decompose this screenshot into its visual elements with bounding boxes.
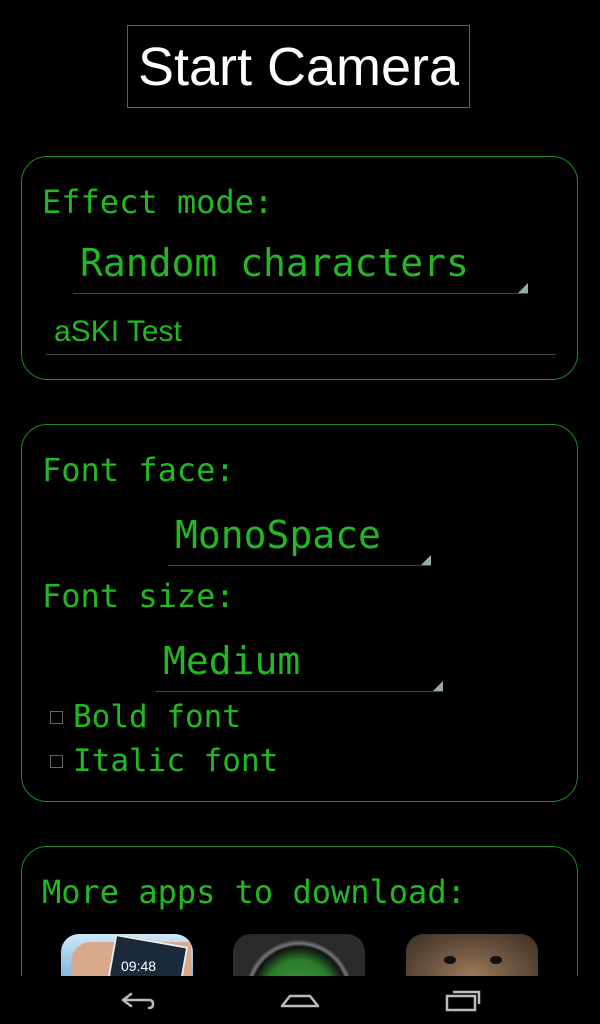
font-size-spinner[interactable]: Medium bbox=[156, 635, 443, 692]
italic-font-checkbox-row[interactable]: Italic font bbox=[50, 743, 278, 779]
bold-font-checkbox-row[interactable]: Bold font bbox=[50, 699, 241, 735]
clock-text: 09:48 bbox=[121, 958, 157, 974]
back-icon[interactable] bbox=[107, 984, 167, 1016]
bold-font-label: Bold font bbox=[73, 699, 241, 735]
spinner-arrow-icon bbox=[421, 555, 431, 565]
start-camera-button[interactable]: Start Camera bbox=[127, 25, 470, 108]
dog-left-eye bbox=[444, 956, 456, 964]
dog-face-app-icon[interactable] bbox=[406, 934, 538, 976]
font-face-spinner[interactable]: MonoSpace bbox=[168, 509, 431, 566]
home-icon[interactable] bbox=[270, 984, 330, 1016]
font-settings-panel: Font face: MonoSpace Font size: Medium B… bbox=[21, 424, 578, 802]
italic-font-label: Italic font bbox=[73, 743, 279, 779]
custom-text-value: aSKI Test bbox=[54, 315, 182, 348]
spinner-arrow-icon bbox=[433, 681, 443, 691]
more-apps-label: More apps to download: bbox=[42, 873, 466, 911]
font-face-value: MonoSpace bbox=[175, 513, 381, 557]
dog-right-eye bbox=[490, 956, 502, 964]
font-face-label: Font face: bbox=[42, 451, 235, 489]
effect-mode-spinner[interactable]: Random characters bbox=[73, 237, 528, 294]
spinner-arrow-icon bbox=[518, 283, 528, 293]
phone-clock-app-icon[interactable]: 09:48 bbox=[61, 934, 193, 976]
dog-face-shape bbox=[406, 934, 538, 976]
font-size-label: Font size: bbox=[42, 577, 235, 615]
effect-mode-label: Effect mode: bbox=[42, 183, 274, 221]
effect-mode-panel: Effect mode: Random characters aSKI Test bbox=[21, 156, 578, 380]
effect-mode-value: Random characters bbox=[80, 241, 469, 285]
green-camera-app-icon[interactable] bbox=[233, 934, 365, 976]
navigation-bar bbox=[0, 976, 600, 1024]
bold-font-checkbox[interactable] bbox=[50, 710, 63, 724]
font-size-value: Medium bbox=[163, 639, 301, 683]
custom-text-input[interactable]: aSKI Test bbox=[46, 315, 556, 355]
italic-font-checkbox[interactable] bbox=[50, 754, 63, 768]
camera-lens-shape bbox=[245, 940, 353, 976]
recent-apps-icon[interactable] bbox=[433, 984, 493, 1016]
